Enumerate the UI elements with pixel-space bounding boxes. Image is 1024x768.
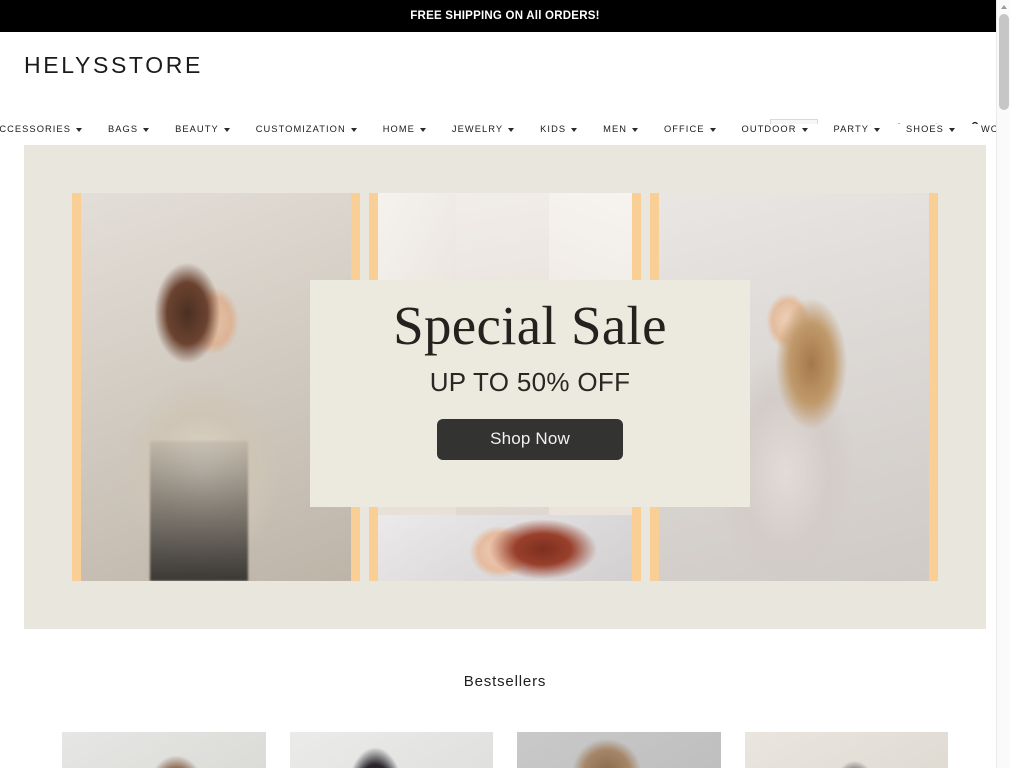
chevron-down-icon: [632, 128, 638, 132]
chevron-down-icon: [75, 128, 82, 132]
nav-label: OUTDOOR: [741, 124, 797, 134]
hero-image-reclining-model: [369, 515, 641, 581]
accent-bar-right: [929, 193, 938, 581]
chevron-down-icon: [223, 128, 230, 132]
nav-item-shoes[interactable]: SHOES: [893, 124, 968, 134]
nav-item-kids[interactable]: KIDS: [527, 124, 590, 134]
hero-promo-card: Special Sale UP TO 50% OFF Shop Now: [310, 280, 750, 507]
chevron-down-icon: [801, 128, 808, 132]
site-header: HELYSSTORE EUR LOG IN: [0, 32, 1010, 145]
accent-bar-left: [369, 515, 378, 581]
chevron-down-icon: [143, 128, 150, 132]
nav-label: ACCESSORIES: [0, 124, 71, 134]
nav-item-customization[interactable]: CUSTOMIZATION: [243, 124, 370, 134]
product-image: [744, 732, 948, 768]
nav-item-office[interactable]: OFFICE: [651, 124, 729, 134]
hero-subtitle: UP TO 50% OFF: [429, 366, 631, 397]
accent-bar-left: [72, 193, 81, 581]
nav-label: MEN: [603, 124, 627, 134]
nav-item-home[interactable]: HOME: [370, 124, 439, 134]
chevron-down-icon: [419, 128, 426, 132]
main-navigation: ACCESSORIES BAGS BEAUTY CUSTOMIZATION HO…: [0, 124, 1010, 145]
site-logo[interactable]: HELYSSTORE: [24, 32, 203, 77]
hero-title: Special Sale: [393, 295, 667, 356]
hero-banner: Special Sale UP TO 50% OFF Shop Now: [24, 145, 986, 629]
nav-item-bags[interactable]: BAGS: [95, 124, 162, 134]
page-root: FREE SHIPPING ON All ORDERS! HELYSSTORE …: [0, 0, 1010, 768]
product-image: [62, 732, 266, 768]
product-card-4[interactable]: [744, 732, 948, 768]
chevron-down-icon: [571, 128, 578, 132]
nav-item-party[interactable]: PARTY: [821, 124, 894, 134]
chevron-down-icon: [508, 128, 515, 132]
accent-bar-right: [632, 515, 641, 581]
nav-label: PARTY: [833, 124, 870, 134]
product-card-3[interactable]: [517, 732, 721, 768]
nav-label: CUSTOMIZATION: [255, 124, 346, 134]
nav-item-men[interactable]: MEN: [590, 124, 651, 134]
nav-item-jewelry[interactable]: JEWELRY: [439, 124, 527, 134]
nav-label: SHOES: [906, 124, 944, 134]
nav-label: BEAUTY: [175, 124, 219, 134]
hero-panel-middle-bottom: [369, 515, 641, 581]
announcement-text: FREE SHIPPING ON All ORDERS!: [410, 10, 600, 22]
product-card-2[interactable]: [289, 732, 493, 768]
scrollbar-up-arrow-icon[interactable]: [997, 0, 1010, 14]
scrollbar-thumb[interactable]: [999, 14, 1009, 110]
nav-label: KIDS: [540, 124, 567, 134]
nav-item-beauty[interactable]: BEAUTY: [162, 124, 243, 134]
page-scrollbar[interactable]: [996, 0, 1010, 768]
nav-item-accessories[interactable]: ACCESSORIES: [0, 124, 95, 134]
announcement-bar: FREE SHIPPING ON All ORDERS!: [0, 0, 1010, 32]
chevron-down-icon: [709, 128, 716, 132]
nav-item-outdoor[interactable]: OUTDOOR: [729, 124, 821, 134]
nav-label: JEWELRY: [451, 124, 504, 134]
product-image: [517, 732, 721, 768]
nav-label: OFFICE: [664, 124, 705, 134]
nav-label: BAGS: [107, 124, 139, 134]
chevron-down-icon: [874, 128, 881, 132]
product-image: [289, 732, 493, 768]
bestsellers-grid: [0, 732, 1010, 768]
product-card-1[interactable]: [62, 732, 266, 768]
shop-now-button[interactable]: Shop Now: [437, 418, 623, 460]
bestsellers-heading: Bestsellers: [463, 673, 547, 690]
chevron-down-icon: [948, 128, 955, 132]
nav-label: HOME: [382, 124, 415, 134]
chevron-down-icon: [350, 128, 357, 132]
